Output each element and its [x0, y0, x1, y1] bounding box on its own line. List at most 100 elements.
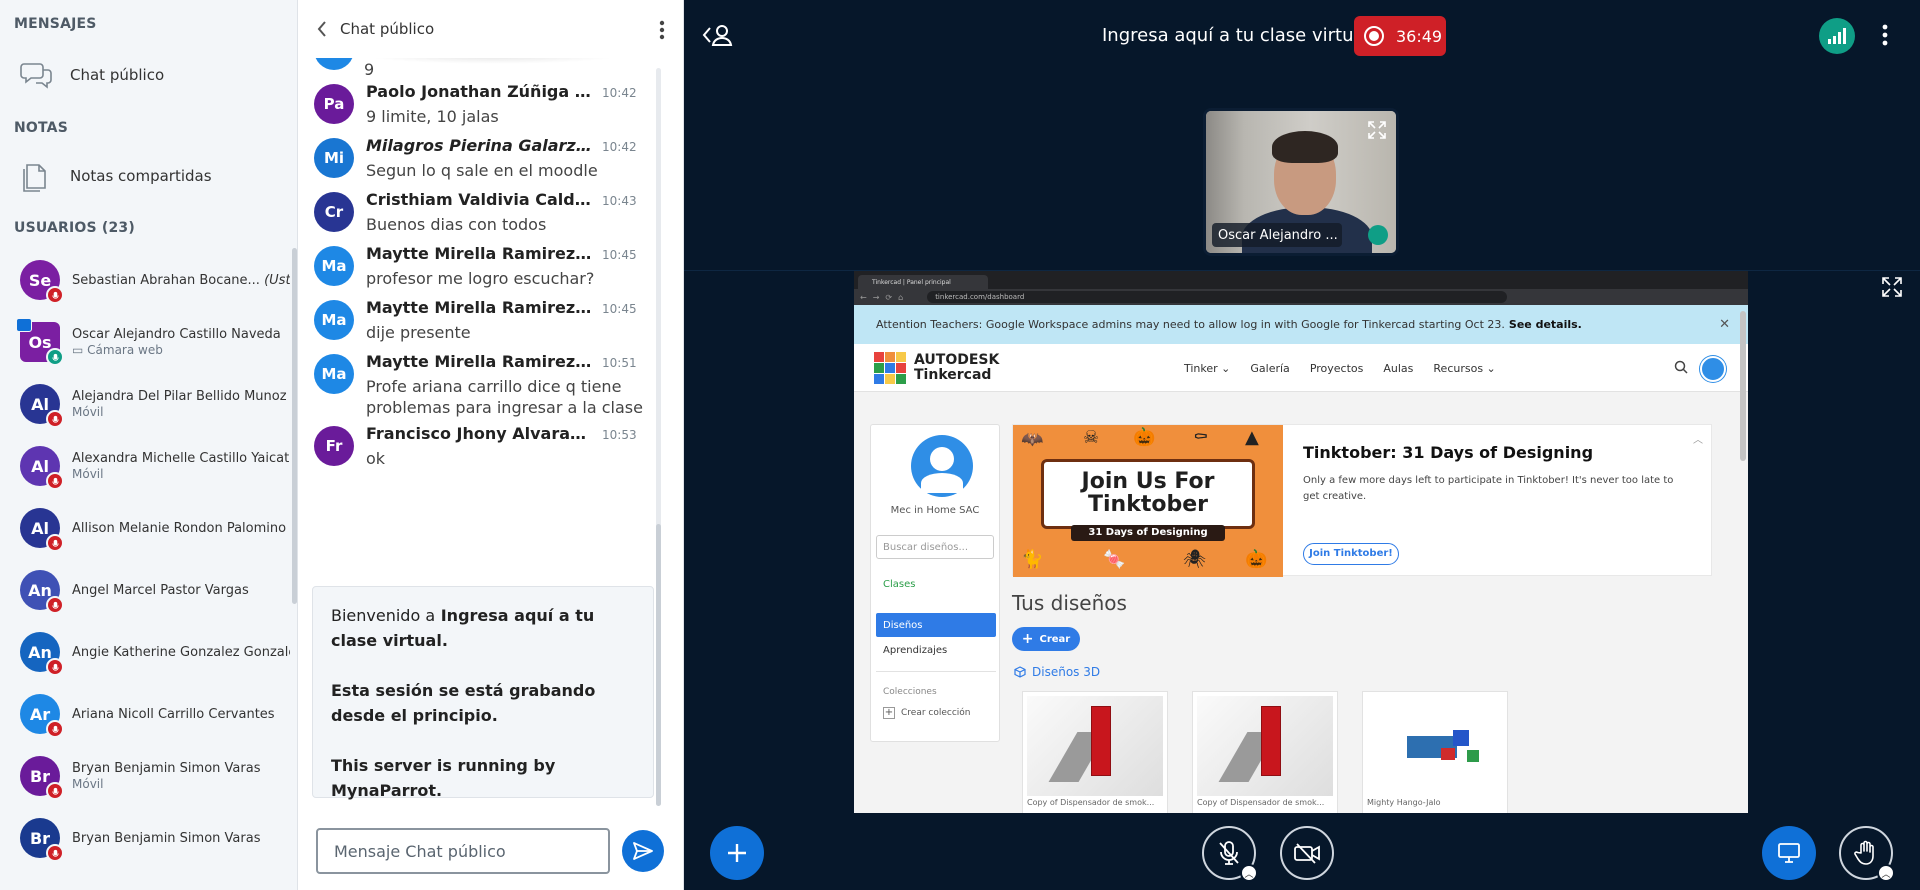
fullscreen-screenshare-icon[interactable]: [1882, 277, 1902, 297]
user-list-item[interactable]: Br Bryan Benjamin Simon Varas: [0, 807, 290, 869]
user-text: Angel Marcel Pastor Vargas: [72, 583, 249, 598]
tinkercad-disenos: Diseños: [876, 613, 996, 637]
tombstone-icon: ⚰: [1193, 427, 1209, 448]
actions-button[interactable]: [710, 826, 764, 880]
user-list-item[interactable]: Os Oscar Alejandro Castillo Naveda ▭ Cáma…: [0, 311, 290, 373]
message-time: 10:42: [602, 140, 637, 154]
camera-button[interactable]: [1280, 826, 1334, 880]
user-device-text: Cámara web: [87, 343, 163, 357]
fullscreen-icon[interactable]: [1368, 121, 1386, 139]
user-initials: Se: [28, 270, 52, 290]
tinktober-text: Only a few more days left to participate…: [1303, 475, 1674, 502]
browser-tabstrip: Tinkercad | Panel principal: [854, 271, 1748, 289]
message-body: Cristhiam Valdivia Calderon 10:43 Buenos d…: [366, 190, 656, 244]
mic-options-caret-icon[interactable]: ︿: [1240, 864, 1258, 882]
user-avatar: Al: [20, 446, 64, 490]
webcam-person-hair: [1272, 131, 1338, 163]
webcam-video-tile[interactable]: Oscar Alejandro ... ⌄: [1203, 108, 1399, 256]
shared-notes-label: Notas compartidas: [70, 167, 212, 185]
red-shape: [1261, 706, 1281, 776]
plus-icon: +: [1021, 631, 1034, 647]
user-text: Bryan Benjamin Simon Varas: [72, 831, 260, 846]
chat-message-input[interactable]: Mensaje Chat público: [316, 828, 610, 874]
message-body: Maytte Mirella Ramirez Rod... 10:45 dije p…: [366, 298, 656, 352]
message-text: dije presente: [366, 323, 471, 342]
welcome-recording-notice: Esta sesión se está grabando desde el pr…: [331, 681, 596, 725]
message-time: 10:45: [602, 302, 637, 316]
user-list-item[interactable]: Se Sebastian Abrahan Bocane... (Usted): [0, 249, 290, 311]
send-message-button[interactable]: [622, 830, 664, 872]
message-head: Maytte Mirella Ramirez Rod... 10:45: [366, 298, 656, 317]
user-list-item[interactable]: An Angel Marcel Pastor Vargas: [0, 559, 290, 621]
user-name-text: Alejandra Del Pilar Bellido Munoz: [72, 389, 287, 404]
public-chat-entry[interactable]: Chat público: [0, 52, 297, 98]
record-icon: [1364, 26, 1384, 46]
recording-indicator[interactable]: 36:49: [1354, 16, 1446, 56]
chat-bubbles-icon: [20, 63, 52, 89]
user-avatar: Ar: [20, 694, 64, 738]
user-name-text: Bryan Benjamin Simon Varas: [72, 830, 261, 846]
screenshare-area: Tinkercad | Panel principal ←→⟳⌂ tinkerc…: [684, 270, 1920, 813]
shared-notes-entry[interactable]: Notas compartidas: [0, 153, 297, 199]
user-device: ▭ Cámara web: [72, 343, 281, 357]
browser-tab: Tinkercad | Panel principal: [858, 275, 988, 289]
user-initials: Al: [31, 518, 49, 538]
connection-status-button[interactable]: [1819, 18, 1855, 54]
user-list-item[interactable]: Al Alejandra Del Pilar Bellido Munoz Móvi…: [0, 373, 290, 435]
chat-scrollbar-track[interactable]: [656, 68, 661, 806]
partial-message-text: 9: [364, 60, 375, 79]
message-head: Francisco Jhony Alvarado ... 10:53: [366, 424, 656, 443]
raise-hand-button[interactable]: ︿: [1839, 826, 1895, 882]
users-scrollbar[interactable]: [292, 248, 297, 604]
user-name: Ariana Nicoll Carrillo Cervantes: [72, 707, 275, 722]
user-name-text: Alexandra Michelle Castillo Yaicate: [72, 451, 290, 466]
reactions-caret-icon[interactable]: ︿: [1877, 864, 1895, 882]
message-time: 10:53: [602, 428, 637, 442]
user-list-item[interactable]: Al Allison Melanie Rondon Palomino: [0, 497, 290, 559]
users-section-title: USUARIOS (23): [14, 220, 135, 236]
mic-muted-icon: [46, 844, 64, 862]
green-cube-shape: [1467, 750, 1479, 762]
browser-nav-arrows-icon: ←→⟳⌂: [860, 292, 910, 302]
chat-scrollbar-thumb[interactable]: [656, 524, 661, 806]
message-text: Profe ariana carrillo dice q tiene probl…: [366, 377, 643, 417]
tinkercad-logo: [874, 351, 906, 384]
user-list-item[interactable]: Al Alexandra Michelle Castillo Yaicate Mó…: [0, 435, 290, 497]
user-list-item[interactable]: Ar Ariana Nicoll Carrillo Cervantes: [0, 683, 290, 745]
banner-link: See details.: [1508, 318, 1582, 331]
screenshare-button[interactable]: [1762, 826, 1816, 880]
user-avatar: An: [20, 632, 64, 676]
tinktober-promo: 🦇 ☠ 🎃 ⚰ ▲ 🐈 🍬 🕷 🎃 Join Us For Tinktober …: [1012, 424, 1712, 577]
more-options-icon[interactable]: [659, 20, 665, 40]
chevron-left-icon[interactable]: [316, 20, 328, 38]
message-head: Cristhiam Valdivia Calderon 10:43: [366, 190, 656, 209]
recording-time: 36:49: [1396, 26, 1443, 46]
camera-off-icon: [1294, 843, 1320, 864]
toggle-userlist-icon[interactable]: [702, 22, 734, 48]
design-thumbnail: [1027, 696, 1163, 796]
teachers-banner: Attention Teachers: Google Workspace adm…: [854, 305, 1748, 344]
camera-small-icon: ▭: [72, 343, 88, 357]
presenter-icon: [16, 318, 32, 332]
brand-autodesk: AUTODESK: [914, 351, 1000, 368]
webcam-mic-icon: [1368, 225, 1388, 245]
message-text: 9 limite, 10 jalas: [366, 107, 499, 126]
message-avatar: Fr: [314, 426, 354, 466]
user-name-text: Angie Katherine Gonzalez Gonzales: [72, 644, 290, 660]
candy-icon: 🍬: [1103, 549, 1126, 570]
message-author: Maytte Mirella Ramirez Rod...: [366, 352, 594, 371]
shared-browser-window: Tinkercad | Panel principal ←→⟳⌂ tinkerc…: [854, 271, 1748, 813]
brand-tinkercad: Tinkercad: [914, 366, 992, 383]
user-text: Allison Melanie Rondon Palomino: [72, 521, 286, 536]
options-menu-icon[interactable]: [1882, 24, 1888, 46]
tinkercad-nav: Tinker ⌄ Galería Proyectos Aulas Recursos ⌄: [1184, 362, 1496, 375]
user-initials: Al: [31, 394, 49, 414]
send-icon: [633, 842, 653, 860]
blue-cube-shape: [1453, 730, 1469, 746]
user-list-item[interactable]: An Angie Katherine Gonzalez Gonzales: [0, 621, 290, 683]
mute-microphone-button[interactable]: ︿: [1202, 826, 1258, 882]
partial-message: 9: [298, 58, 668, 82]
design-card: Copy of Dispensador de smok...: [1022, 691, 1168, 813]
crear-coleccion-label: Crear colección: [901, 708, 971, 718]
user-list-item[interactable]: Br Bryan Benjamin Simon Varas Móvil: [0, 745, 290, 807]
